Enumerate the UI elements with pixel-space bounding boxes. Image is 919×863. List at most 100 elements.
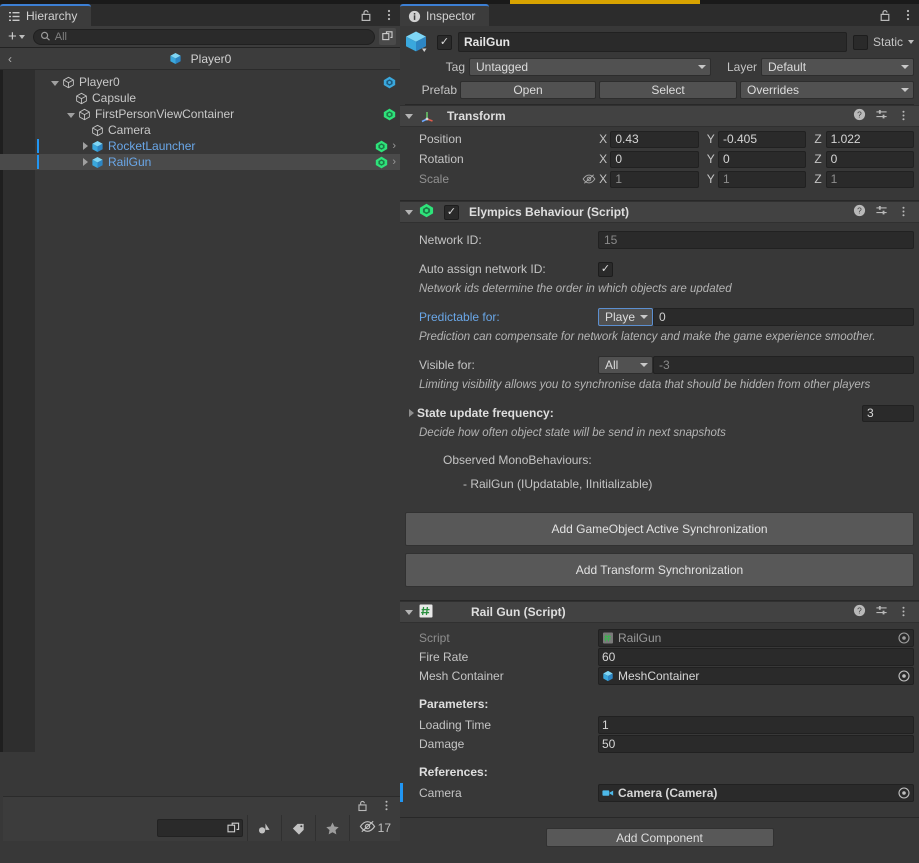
gameobject-cube-icon	[62, 76, 75, 89]
object-picker-icon[interactable]	[898, 631, 910, 644]
predictable-label[interactable]: Predictable for:	[405, 310, 598, 324]
static-checkbox[interactable]	[852, 34, 868, 50]
preset-icon[interactable]	[875, 108, 888, 124]
svg-text:?: ?	[857, 110, 862, 120]
transform-rotation-y-field[interactable]: 0	[717, 150, 807, 168]
elympics-header-actions: ?	[853, 204, 914, 220]
elympics-title: Elympics Behaviour (Script)	[469, 205, 630, 219]
predictable-dropdown[interactable]: Playe	[598, 308, 653, 326]
inspector-tabbar: Inspector	[400, 4, 919, 26]
transform-scale-x-field[interactable]: 1	[610, 170, 699, 188]
expand-triangle-icon[interactable]	[67, 112, 75, 118]
transform-scale-y-field[interactable]: 1	[717, 170, 807, 188]
search-input[interactable]: All	[32, 28, 375, 45]
more-options-icon[interactable]	[897, 109, 911, 123]
more-options-icon[interactable]	[897, 205, 911, 219]
transform-scale-z-field[interactable]: 1	[825, 170, 914, 188]
state-frequency-field[interactable]: 3	[862, 404, 914, 422]
transform-title: Transform	[447, 109, 506, 123]
tab-inspector[interactable]: Inspector	[400, 4, 490, 26]
transform-position-y-field[interactable]: -0.405	[717, 130, 807, 148]
inspector-more-options-icon[interactable]	[901, 8, 915, 22]
collapse-triangle-icon[interactable]	[405, 609, 413, 615]
transform-position-x-field[interactable]: 0.43	[610, 130, 699, 148]
transform-rotation-x-field[interactable]: 0	[610, 150, 699, 168]
inspector-lock-icon[interactable]	[878, 8, 892, 22]
prefab-select-button[interactable]: Select	[599, 80, 737, 99]
hierarchy-item-railgun[interactable]: RailGun ›	[0, 154, 400, 170]
collapse-triangle-icon[interactable]	[405, 113, 413, 119]
elympics-behaviour-icon[interactable]	[375, 156, 388, 169]
gameobject-cube-icon	[75, 92, 88, 105]
railgun-component-header[interactable]: Rail Gun (Script) ?	[400, 601, 919, 623]
damage-field[interactable]: 50	[598, 734, 914, 753]
state-frequency-expand-icon[interactable]	[405, 409, 417, 417]
prefab-overrides-dropdown[interactable]: Overrides	[740, 80, 914, 99]
elympics-enabled-checkbox[interactable]	[444, 204, 459, 220]
layer-dropdown[interactable]: Default	[761, 57, 914, 76]
hierarchy-item-rocketlauncher[interactable]: RocketLauncher ›	[0, 138, 400, 154]
footer-more-options-icon[interactable]	[380, 799, 394, 813]
elympics-behaviour-icon[interactable]	[383, 108, 396, 121]
object-picker-icon[interactable]	[898, 669, 910, 682]
help-icon[interactable]: ?	[853, 108, 866, 124]
static-dropdown-icon[interactable]	[908, 40, 914, 44]
hierarchy-item-label: RailGun	[108, 155, 152, 169]
search-filter-button[interactable]	[379, 28, 396, 45]
footer-favorite-button[interactable]	[314, 815, 349, 841]
transform-component-header[interactable]: Transform ?	[400, 105, 919, 127]
expand-triangle-icon[interactable]	[83, 142, 88, 150]
mesh-container-field[interactable]: MeshContainer	[598, 666, 914, 685]
gameobject-cube-icon	[91, 124, 104, 137]
loading-time-field[interactable]: 1	[598, 715, 914, 734]
footer-gizmo-button[interactable]	[246, 815, 281, 841]
constrain-proportions-icon[interactable]	[579, 173, 600, 185]
visible-dropdown[interactable]: All	[598, 356, 653, 374]
lock-icon[interactable]	[359, 8, 373, 22]
help-icon[interactable]: ?	[853, 204, 866, 220]
hierarchy-item-camera[interactable]: Camera	[0, 122, 400, 138]
auto-assign-checkbox[interactable]	[598, 261, 613, 277]
elympics-behaviour-icon[interactable]	[375, 140, 388, 153]
prefab-open-button[interactable]: Open	[460, 80, 596, 99]
footer-lock-icon[interactable]	[356, 799, 370, 813]
expand-triangle-icon[interactable]	[83, 158, 88, 166]
visible-hint: Limiting visibility allows you to synchr…	[419, 379, 871, 391]
help-icon[interactable]: ?	[853, 604, 866, 620]
chevron-right-icon[interactable]: ›	[392, 156, 396, 168]
hierarchy-item-capsule[interactable]: Capsule	[0, 90, 400, 106]
hierarchy-item-firstpersonviewcontainer[interactable]: FirstPersonViewContainer	[0, 106, 400, 122]
script-field[interactable]: RailGun	[598, 628, 914, 647]
more-options-icon[interactable]	[382, 8, 396, 22]
object-picker-icon[interactable]	[898, 786, 910, 799]
fire-rate-field[interactable]: 60	[598, 647, 914, 666]
prefab-label: Prefab	[421, 82, 457, 97]
hierarchy-item-player0[interactable]: Player0	[0, 74, 400, 90]
create-object-button[interactable]: +	[4, 28, 29, 45]
breadcrumb-back-button[interactable]: ‹	[8, 52, 12, 66]
preset-icon[interactable]	[875, 204, 888, 220]
add-gameobject-sync-button[interactable]: Add GameObject Active Synchronization	[405, 512, 914, 546]
preset-icon[interactable]	[875, 604, 888, 620]
add-transform-sync-button[interactable]: Add Transform Synchronization	[405, 553, 914, 587]
tab-hierarchy[interactable]: Hierarchy	[0, 4, 92, 26]
footer-tag-button[interactable]	[280, 815, 315, 841]
chevron-right-icon[interactable]: ›	[392, 140, 396, 152]
camera-field[interactable]: Camera (Camera)	[598, 783, 914, 802]
gameobject-enabled-checkbox[interactable]	[437, 34, 452, 50]
more-options-icon[interactable]	[897, 605, 911, 619]
predictable-number-field[interactable]: 0	[653, 308, 914, 326]
transform-rotation-z-field[interactable]: 0	[825, 150, 914, 168]
expand-triangle-icon[interactable]	[51, 80, 59, 86]
footer-hidden-objects-button[interactable]: 17	[348, 815, 400, 841]
layer-value: Default	[768, 59, 807, 74]
transform-position-z-field[interactable]: 1.022	[825, 130, 914, 148]
gameobject-name-input[interactable]: RailGun	[458, 32, 847, 52]
collapse-triangle-icon[interactable]	[405, 209, 413, 215]
tag-dropdown[interactable]: Untagged	[469, 57, 711, 76]
add-component-button[interactable]: Add Component	[545, 828, 774, 847]
footer-search-field[interactable]	[156, 819, 243, 837]
tag-label: Tag	[445, 59, 465, 74]
elympics-component-header[interactable]: Elympics Behaviour (Script) ?	[400, 201, 919, 223]
prefab-variant-icon[interactable]	[383, 76, 396, 89]
